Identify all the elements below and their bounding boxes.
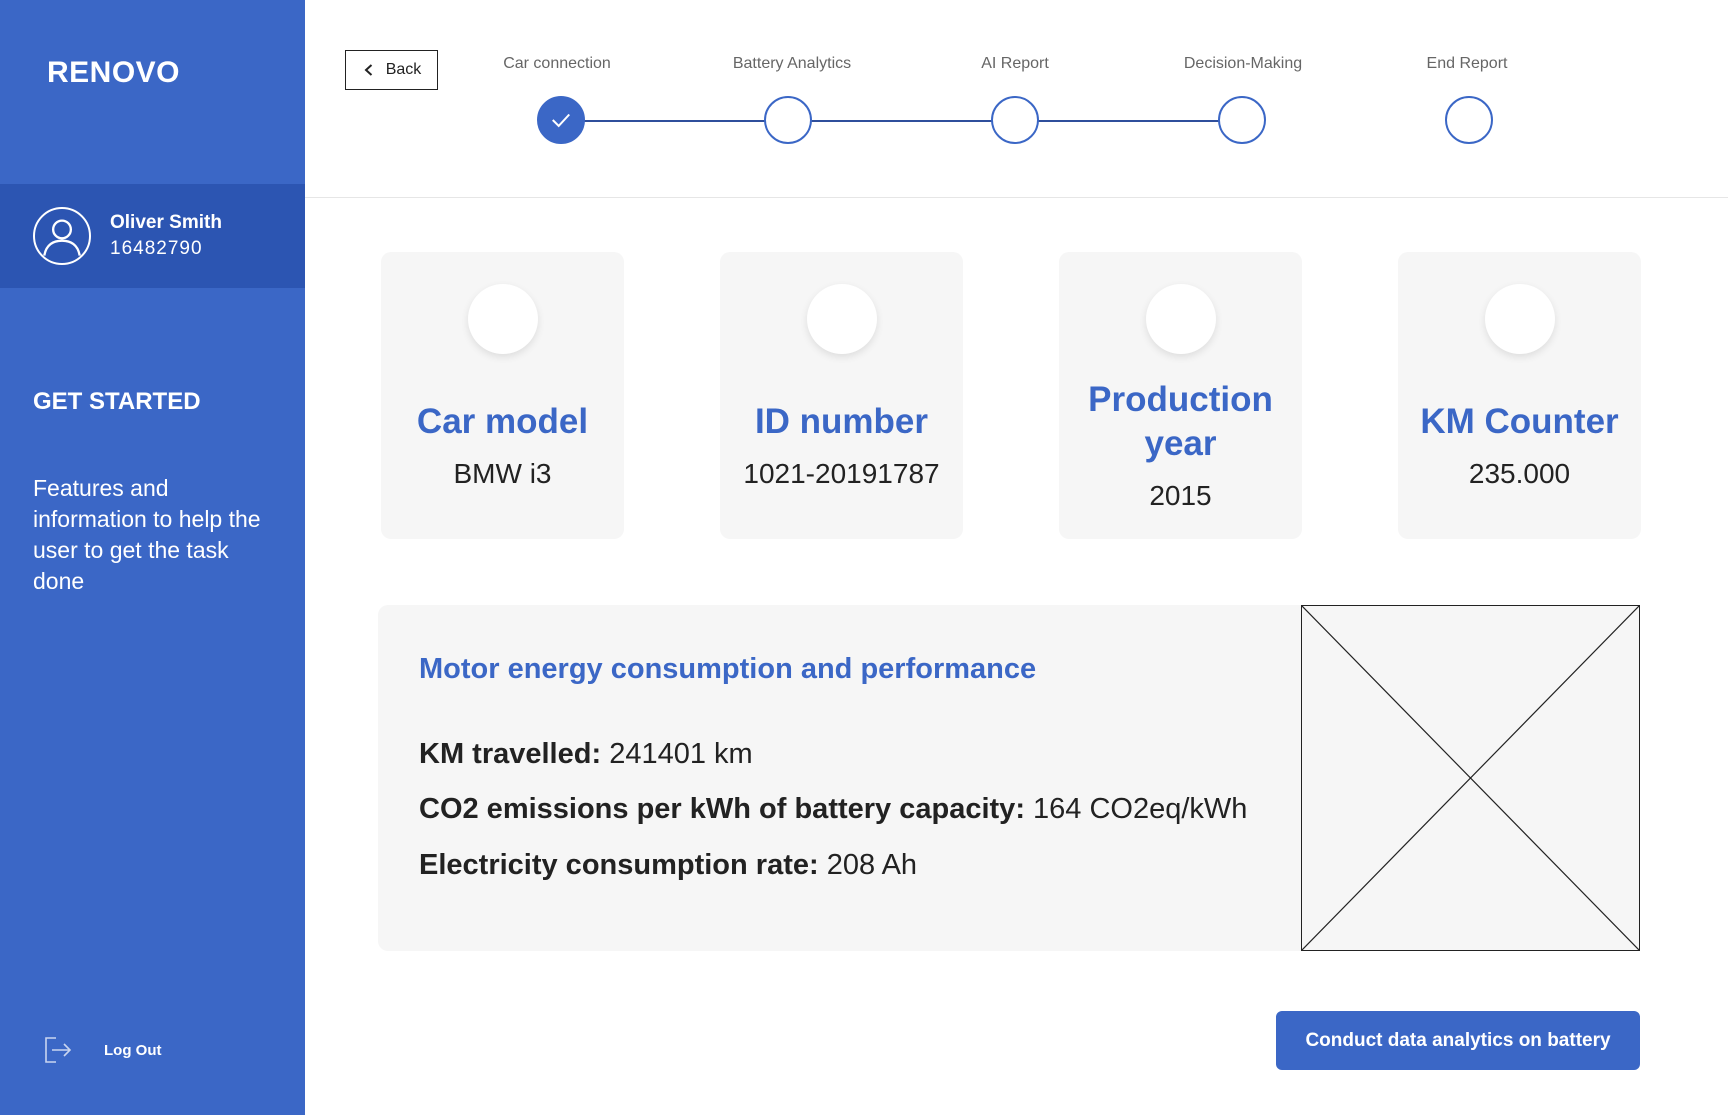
user-name: Oliver Smith [110, 212, 222, 233]
metric-label: Electricity consumption rate [419, 849, 809, 881]
step-battery-analytics[interactable] [764, 96, 812, 144]
card-value: 2015 [1149, 479, 1212, 511]
card-title: Production year [1088, 379, 1273, 463]
step-label-end-report: End Report [1426, 55, 1508, 72]
user-profile[interactable]: Oliver Smith 16482790 [0, 184, 305, 288]
header-divider [305, 197, 1728, 198]
step-label-car-connection: Car connection [503, 55, 611, 72]
card-title: Car model [416, 401, 589, 441]
conduct-analytics-button[interactable]: Conduct data analytics on battery [1276, 1011, 1640, 1070]
step-decision-making[interactable] [1218, 96, 1266, 144]
metric-value: 208 Ah [826, 849, 918, 881]
metric-co2-emissions: CO2 emissions per kWh of battery capacit… [419, 793, 1248, 825]
step-end-report[interactable] [1445, 96, 1493, 144]
step-label-battery-analytics: Battery Analytics [732, 55, 852, 72]
step-car-connection[interactable] [537, 96, 585, 144]
user-icon [33, 207, 91, 265]
metric-label: KM travelled [419, 738, 592, 770]
step-ai-report[interactable] [991, 96, 1039, 144]
card-value: 1021-20191787 [743, 457, 940, 489]
card-value: BMW i3 [453, 457, 552, 489]
panel-title: Motor energy consumption and performance [419, 653, 1037, 685]
check-icon [552, 113, 570, 128]
progress-stepper: Car connection Battery Analytics AI Repo… [0, 0, 1728, 170]
user-id: 16482790 [110, 238, 203, 259]
metric-km-travelled: KM travelled: 241401 km [419, 738, 753, 770]
card-car-model: Car model BMW i3 [381, 252, 624, 539]
metric-value: 241401 km [609, 738, 753, 770]
card-km-counter: KM Counter 235.000 [1398, 252, 1641, 539]
logout-label: Log Out [104, 1041, 162, 1059]
logout-button[interactable]: Log Out [42, 1034, 161, 1066]
metric-value: 164 CO2eq/kWh [1033, 793, 1248, 825]
card-id-number: ID number 1021-20191787 [720, 252, 963, 539]
metric-electricity-consumption: Electricity consumption rate: 208 Ah [419, 849, 918, 881]
step-label-ai-report: AI Report [981, 55, 1049, 72]
logout-icon [45, 1037, 72, 1063]
card-title: KM Counter [1420, 401, 1619, 441]
step-label-decision-making: Decision-Making [1183, 55, 1303, 72]
metric-label: CO2 emissions per kWh of battery capacit… [419, 793, 1016, 825]
card-value: 235.000 [1468, 457, 1571, 489]
card-title: ID number [754, 401, 929, 441]
sidebar-section-title: GET STARTED [33, 388, 201, 415]
card-production-year: Production year 2015 [1059, 252, 1302, 539]
stepper-track [567, 120, 1225, 122]
sidebar-help-text: Features and information to help the use… [33, 475, 261, 594]
image-placeholder [1301, 605, 1640, 951]
